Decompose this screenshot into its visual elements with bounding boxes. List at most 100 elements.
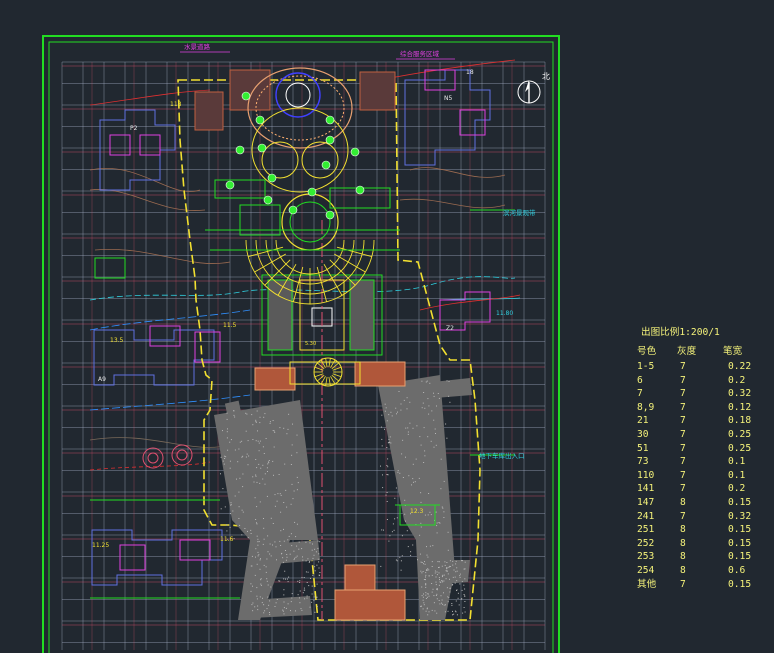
path-speck [456, 614, 458, 616]
path-speck [436, 405, 437, 407]
path-speck [262, 446, 264, 448]
path-speck [426, 593, 428, 595]
path-speck [230, 502, 232, 504]
path-speck [283, 607, 285, 609]
path-speck [428, 493, 430, 494]
path-speck [308, 561, 310, 563]
path-speck [426, 608, 428, 610]
path-speck [303, 577, 305, 578]
path-speck [464, 561, 466, 563]
path-speck [269, 612, 270, 613]
path-speck [262, 543, 264, 545]
path-speck [287, 428, 289, 430]
path-speck [423, 427, 425, 429]
path-speck [425, 381, 427, 383]
path-speck [421, 572, 423, 574]
path-speck [311, 601, 313, 603]
legend-color-number: 21 [637, 415, 649, 427]
path-speck [274, 541, 276, 543]
path-speck [425, 572, 427, 574]
path-speck [430, 514, 432, 516]
path-speck [264, 610, 266, 612]
path-speck [431, 566, 433, 567]
path-speck [312, 574, 314, 576]
path-speck [438, 572, 440, 574]
path-speck [269, 543, 271, 545]
path-speck [287, 603, 289, 605]
path-speck [258, 442, 260, 444]
path-speck [263, 564, 265, 566]
path-speck [459, 573, 461, 575]
path-speck [283, 613, 285, 615]
path-speck [408, 475, 410, 477]
path-speck [266, 608, 268, 610]
path-speck [255, 519, 257, 520]
path-speck [434, 570, 436, 572]
path-speck [386, 420, 388, 422]
path-speck [268, 460, 270, 461]
legend-gray-value: 7 [680, 361, 686, 372]
path-speck [447, 596, 449, 598]
path-speck [447, 549, 449, 551]
path-speck [232, 510, 234, 512]
path-speck [263, 538, 265, 540]
path-speck [267, 461, 269, 463]
path-speck [283, 594, 285, 596]
sun-ray [332, 373, 342, 378]
legend-row: 141 7 0.2 [636, 484, 772, 497]
path-speck [434, 610, 436, 612]
path-speck [421, 407, 423, 409]
path-speck [448, 381, 450, 382]
path-speck [420, 526, 422, 528]
tree [355, 185, 365, 195]
path-speck [439, 579, 440, 581]
path-speck [424, 455, 426, 457]
path-speck [236, 478, 237, 480]
legend-row: 6 7 0.2 [636, 374, 772, 389]
path-speck [253, 481, 255, 483]
path-speck [464, 601, 466, 602]
legend-gray-value: 7 [680, 469, 686, 481]
path-speck [443, 480, 445, 482]
path-speck [441, 575, 443, 577]
path-speck [436, 612, 438, 614]
path-speck [387, 466, 389, 468]
path-speck [422, 571, 424, 572]
path-speck [459, 583, 461, 585]
label-north-right: 综合服务区域 [400, 49, 440, 58]
path-speck [420, 522, 422, 524]
path-speck [427, 556, 429, 558]
path-speck [285, 559, 287, 561]
legend-color-number: 8,9 [637, 401, 655, 413]
path-speck [258, 463, 260, 465]
path-speck [257, 430, 258, 432]
legend-pen-width: 0.12 [728, 401, 752, 413]
legend-pen-width: 0.2 [728, 374, 746, 386]
path-speck [459, 576, 461, 578]
path-speck [263, 416, 265, 418]
path-speck [438, 566, 440, 568]
path-speck [233, 538, 235, 540]
path-speck [283, 601, 285, 603]
path-speck [390, 411, 392, 413]
path-speck [258, 541, 260, 543]
legend-header-gray: 灰度 [677, 346, 697, 357]
path-speck [436, 571, 438, 573]
path-speck [272, 420, 274, 421]
path-speck [296, 476, 298, 478]
path-speck [250, 529, 252, 531]
path-speck [313, 554, 315, 556]
path-speck [402, 439, 404, 441]
path-speck [401, 555, 403, 557]
path-speck [454, 610, 456, 612]
path-speck [426, 596, 428, 598]
path-speck [238, 518, 240, 519]
path-speck [291, 593, 293, 595]
path-speck [230, 439, 232, 441]
path-speck [449, 401, 451, 403]
cad-canvas[interactable]: 北 水景道路 综合服务区域 滨河景观带 地下车库出入口 118 18 11.5 … [0, 0, 774, 653]
path-speck [285, 489, 287, 491]
legend-gray-value: 8 [680, 565, 686, 576]
path-speck [241, 440, 243, 442]
path-speck [227, 428, 228, 430]
